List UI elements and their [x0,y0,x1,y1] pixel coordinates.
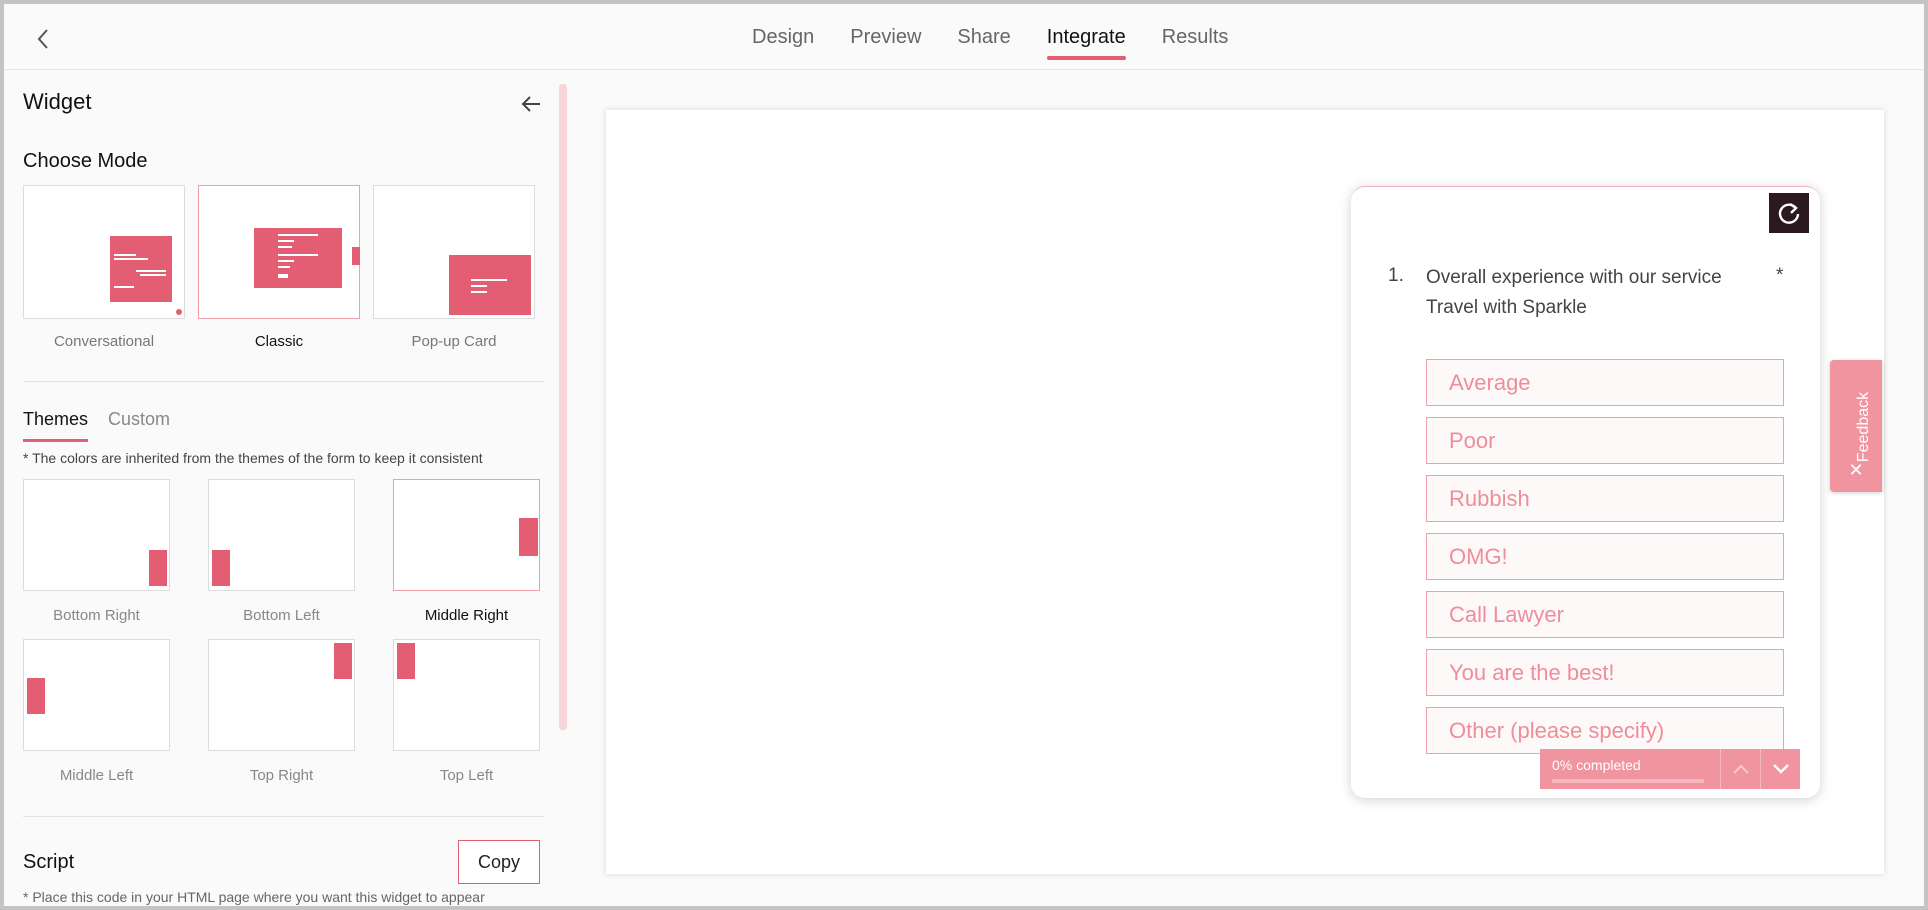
mode-label-conversational: Conversational [53,333,155,350]
main-nav-tabs: Design Preview Share Integrate Results [734,4,1246,70]
chevron-left-icon [37,29,48,49]
collapse-panel-button[interactable] [518,91,544,117]
answer-option[interactable]: Other (please specify) [1426,707,1784,754]
tab-preview[interactable]: Preview [832,4,939,70]
required-marker: * [1776,265,1784,286]
position-label-middle-right: Middle Right [424,607,509,624]
copy-script-button[interactable]: Copy [458,840,540,884]
chevron-up-icon [1732,764,1749,774]
question-text: Overall experience with our service Trav… [1426,267,1722,318]
mode-card-popup[interactable] [373,185,535,319]
answer-option[interactable]: Poor [1426,417,1784,464]
position-marker [334,643,352,679]
panel-scrollbar[interactable] [559,84,567,730]
answer-option[interactable]: You are the best! [1426,649,1784,696]
refresh-icon [1778,203,1800,224]
top-bar: Design Preview Share Integrate Results [4,4,1924,70]
survey-widget: 1. Overall experience with our service T… [1351,186,1820,798]
position-label-middle-left: Middle Left [59,767,134,784]
position-middle-right[interactable] [393,479,540,591]
theme-note: * The colors are inherited from the them… [23,450,483,466]
side-tab-graphic [352,247,360,265]
position-label-bottom-left: Bottom Left [243,607,320,624]
divider [23,816,544,817]
position-marker [212,550,230,586]
position-marker [519,518,538,556]
position-label-top-right: Top Right [249,767,314,784]
tab-integrate[interactable]: Integrate [1029,4,1144,70]
position-top-left[interactable] [393,639,540,751]
chevron-down-icon [1772,764,1789,774]
position-bottom-left[interactable] [208,479,355,591]
tab-design[interactable]: Design [734,4,832,70]
mode-label-classic: Classic [254,333,304,350]
mode-preview-graphic [254,228,342,288]
tab-custom[interactable]: Custom [108,409,170,430]
choose-mode-label: Choose Mode [23,150,148,172]
answer-option[interactable]: Average [1426,359,1784,406]
arrow-left-icon [521,96,540,112]
answer-option[interactable]: OMG! [1426,533,1784,580]
answer-option[interactable]: Call Lawyer [1426,591,1784,638]
position-marker [149,550,167,586]
position-middle-left[interactable] [23,639,170,751]
mode-preview-graphic [110,236,172,302]
position-marker [27,678,45,714]
position-top-right[interactable] [208,639,355,751]
mode-preview-graphic [449,255,531,315]
next-question-button[interactable] [1760,749,1800,789]
position-marker [397,643,415,679]
back-button[interactable] [28,24,58,54]
position-label-top-left: Top Left [439,767,494,784]
close-icon[interactable]: ✕ [1846,460,1866,480]
tab-themes[interactable]: Themes [23,409,89,442]
question-number: 1. [1388,265,1404,286]
progress-track [1552,779,1704,783]
position-label-bottom-right: Bottom Right [53,607,140,624]
chat-bubble-icon [174,307,184,317]
widget-settings-panel: Widget Choose Mode Conversational Classi… [4,71,564,906]
mode-label-popup: Pop-up Card [411,333,497,350]
tab-results[interactable]: Results [1144,4,1247,70]
previous-question-button[interactable] [1720,749,1760,789]
progress-text: 0% completed [1552,757,1641,773]
position-bottom-right[interactable] [23,479,170,591]
divider [23,381,544,382]
panel-title: Widget [23,89,92,114]
tab-share[interactable]: Share [939,4,1028,70]
script-label: Script [23,851,75,873]
mode-card-conversational[interactable] [23,185,185,319]
mode-card-classic[interactable] [198,185,360,319]
refresh-button[interactable] [1769,193,1809,233]
answer-option[interactable]: Rubbish [1426,475,1784,522]
feedback-tab[interactable]: Feedback ✕ [1830,360,1882,492]
feedback-label: Feedback [1855,391,1872,463]
script-note: * Place this code in your HTML page wher… [23,889,485,905]
